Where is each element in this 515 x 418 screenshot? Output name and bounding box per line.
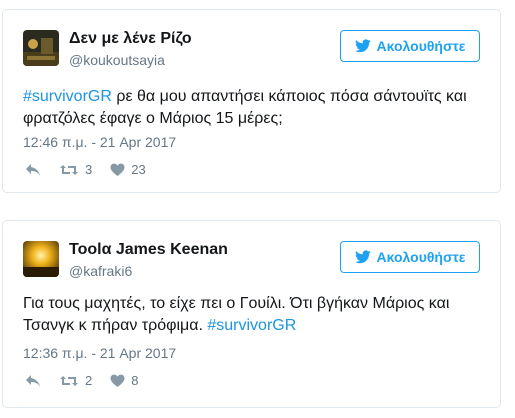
reply-button[interactable] [25,163,41,177]
retweet-count: 2 [85,373,93,388]
avatar[interactable] [23,30,59,66]
display-name[interactable]: Toolα James Keenan [69,241,228,259]
follow-label: Ακολουθήστε [376,38,466,54]
retweet-icon [60,375,78,386]
heart-icon [110,163,125,176]
display-name[interactable]: Δεν με λένε Ρίζο [69,30,192,48]
like-count: 23 [131,162,146,177]
tweet-text: #survivorGR ρε θα μου απαντήσει κάποιος … [23,86,480,130]
retweet-count: 3 [85,162,93,177]
avatar[interactable] [23,241,59,277]
retweet-button[interactable]: 3 [59,162,92,177]
heart-icon [110,374,125,387]
follow-button[interactable]: Ακολουθήστε [340,30,480,62]
follow-button[interactable]: Ακολουθήστε [340,241,480,273]
like-button[interactable]: 23 [110,162,146,177]
like-button[interactable]: 8 [110,373,138,388]
like-count: 8 [131,373,139,388]
screen-name[interactable]: @kafraki6 [69,263,132,279]
tweet-actions: 3 23 [25,162,164,177]
timestamp[interactable]: 12:46 π.μ. - 21 Apr 2017 [23,134,176,150]
twitter-bird-icon [354,39,371,53]
tweet-actions: 2 8 [25,373,156,388]
twitter-bird-icon [354,250,371,264]
screen-name[interactable]: @koukoutsayia [69,52,165,68]
hashtag-link[interactable]: #survivorGR [207,317,296,334]
reply-icon [26,374,40,387]
hashtag-link[interactable]: #survivorGR [23,88,112,105]
reply-button[interactable] [25,374,41,388]
tweet-card: Toolα James Keenan @kafraki6 Ακολουθήστε… [2,220,501,408]
follow-label: Ακολουθήστε [376,249,466,265]
timestamp[interactable]: 12:36 π.μ. - 21 Apr 2017 [23,345,176,361]
reply-icon [26,163,40,176]
tweet-text: Για τους μαχητές, το είχε πει ο Γουίλι. … [23,293,480,337]
retweet-button[interactable]: 2 [59,373,92,388]
tweet-card: Δεν με λένε Ρίζο @koukoutsayia Ακολουθήσ… [2,9,501,193]
retweet-icon [60,164,78,175]
